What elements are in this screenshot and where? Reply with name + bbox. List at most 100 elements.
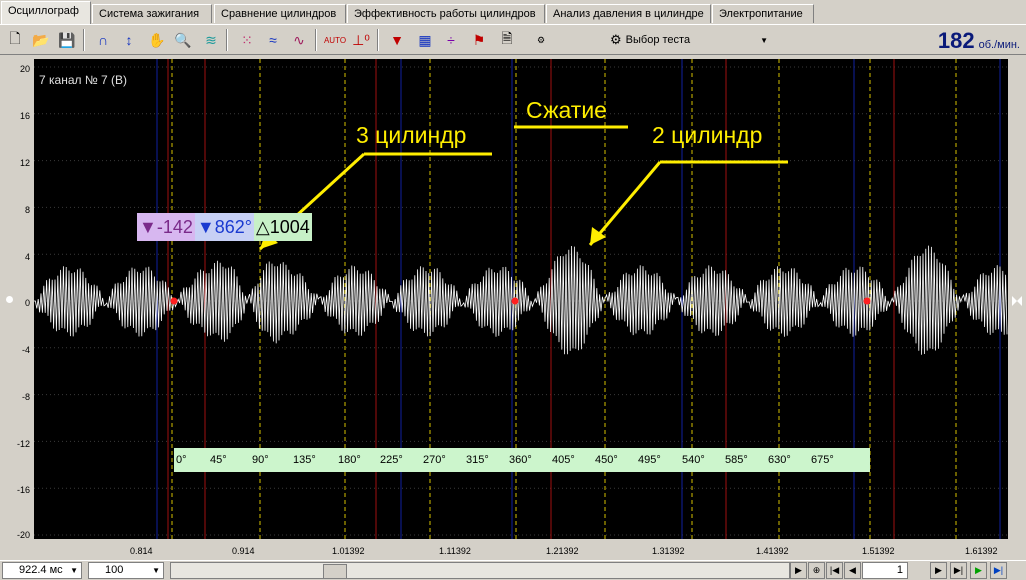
scroll-right-button[interactable]: ▶ [790,562,807,579]
test-select-label: Выбор теста [625,34,691,46]
tab-power-supply[interactable]: Электропитание [712,4,814,23]
play-end-button[interactable]: ▶| [990,562,1007,579]
filter-icon: ▼ [196,217,215,237]
filter-icon[interactable]: ▼ [386,29,408,51]
degree-tick: 90° [252,454,269,466]
add-icon[interactable]: ⊕ [808,562,825,579]
tab-bar: Осциллограф Система зажигания Сравнение … [0,0,1026,24]
sync-marker-dot [511,297,519,305]
annotation-cylinder-3: 3 цилиндр [356,122,467,148]
stack-icon[interactable]: ≋ [200,29,222,51]
cursor-measurement: ▼-142 ▼862° △1004 [137,213,312,241]
sine-icon[interactable]: ∿ [288,29,310,51]
cursor-arrows-icon[interactable]: ↕ [118,29,140,51]
degree-tick: 315° [466,454,489,466]
degree-scale: 0° 45° 90° 135° 180° 225° 270° 315° 360°… [174,448,870,472]
y-tick: -16 [16,485,30,495]
toolbar: 🗋 📂 💾 ∩ ↕ ✋ 🔍 ≋ ⁙ ≈ ∿ AUTO ⊥⁰ ▼ ▦ ÷ ⚑ 🗎 … [0,24,1026,55]
x-tick: 1.01392 [332,546,365,556]
degree-tick: 45° [210,454,227,466]
save-icon[interactable]: 💾 [56,29,78,51]
rpm-value: 182 [937,28,975,53]
tab-cylinder-compare[interactable]: Сравнение цилиндров [214,4,346,23]
horizontal-scrollbar[interactable] [170,562,790,579]
y-tick: 20 [19,64,30,74]
next-page-button[interactable]: ▶ [930,562,947,579]
y-tick: -12 [16,439,30,449]
annotation-cylinder-2: 2 цилиндр [652,122,763,148]
y-tick: 4 [24,252,30,262]
table-icon[interactable]: ▦ [414,29,436,51]
y-tick: -20 [16,530,30,540]
chevron-down-icon: ▼ [70,566,78,575]
arrow-cylinder-2 [588,161,662,246]
degree-tick: 585° [725,454,748,466]
document-icon[interactable]: 🗎 [496,29,518,51]
new-file-icon[interactable]: 🗋 [4,29,26,51]
y-tick: -4 [21,345,30,355]
plot-area[interactable]: 7 канал № 7 (В) ▼-142 ▼862° △1004 Сжатие… [34,59,1008,539]
sync-marker-dot [863,297,871,305]
x-tick: 0.914 [232,546,255,556]
rpm-display: 182 об./мин. [938,28,1020,54]
rpm-unit: об./мин. [978,39,1020,51]
toolbar-separator [83,29,85,51]
y-tick: 16 [19,111,30,121]
x-tick: 0.814 [130,546,153,556]
degree-tick: 450° [595,454,618,466]
zero-icon[interactable]: ⊥⁰ [350,29,372,51]
time-scale-select[interactable]: 922.4 мс ▼ [2,562,82,579]
test-select[interactable]: ⚙ Выбор теста ▼ [610,30,768,50]
tab-ignition[interactable]: Система зажигания [92,4,212,23]
waveform-arc-icon[interactable]: ∩ [92,29,114,51]
scrollbar-thumb[interactable] [323,564,347,579]
oscilloscope-panel: 20 16 12 8 4 0 -4 -8 -12 -16 -20 7 канал… [0,56,1026,560]
tab-oscilloscope[interactable]: Осциллограф [1,1,91,24]
x-tick: 1.41392 [756,546,789,556]
left-cursor-handle[interactable] [6,296,13,303]
degree-tick: 360° [509,454,532,466]
zoom-select[interactable]: 100 ▼ [88,562,164,579]
x-tick: 1.61392 [965,546,998,556]
channel-label: 7 канал № 7 (В) [39,73,128,87]
degree-tick: 630° [768,454,791,466]
tab-cylinder-efficiency[interactable]: Эффективность работы цилиндров [347,4,545,23]
prev-page-button[interactable]: ◀ [844,562,861,579]
x-tick: 1.21392 [546,546,579,556]
open-folder-icon[interactable]: 📂 [30,29,52,51]
page-field[interactable]: 1 [862,562,908,579]
degree-tick: 135° [293,454,316,466]
degree-tick: 675° [811,454,834,466]
zoom-value: 100 [105,564,124,576]
last-page-button[interactable]: ▶| [950,562,967,579]
time-scale-value: 922.4 мс [19,564,63,576]
sync-marker-dot [170,297,178,305]
degree-tick: 540° [682,454,705,466]
hand-icon[interactable]: ✋ [146,29,168,51]
waveform-trace [34,245,1008,355]
x-tick: 1.51392 [862,546,895,556]
tab-pressure-analysis[interactable]: Анализ давления в цилиндре [546,4,711,23]
degree-tick: 180° [338,454,361,466]
cursor2-value: ▼862° [194,213,254,241]
toolbar-separator [315,29,317,51]
auto-gauge-icon[interactable]: ⚙ [530,29,552,51]
overlay-icon[interactable]: ≈ [262,29,284,51]
split-icon[interactable]: ÷ [440,29,462,51]
y-tick: 8 [24,205,30,215]
gear-icon: ⚙ [610,32,622,47]
first-page-button[interactable]: |◀ [826,562,843,579]
x-tick: 1.31392 [652,546,685,556]
auto-icon[interactable]: AUTO [324,29,346,51]
scatter-icon[interactable]: ⁙ [236,29,258,51]
flag-icon[interactable]: ⚑ [468,29,490,51]
degree-tick: 405° [552,454,575,466]
y-tick: -8 [21,392,30,402]
zoom-icon[interactable]: 🔍 [172,29,194,51]
play-button[interactable]: ▶ [970,562,987,579]
filter-icon: ▼ [139,217,157,237]
annotation-compression: Сжатие [526,97,607,123]
right-cursor-handle[interactable] [1012,296,1022,306]
status-bar: 922.4 мс ▼ 100 ▼ ▶ ⊕ |◀ ◀ 1 ▶ ▶| ▶ ▶| [0,560,1026,580]
degree-tick: 0° [176,454,187,466]
